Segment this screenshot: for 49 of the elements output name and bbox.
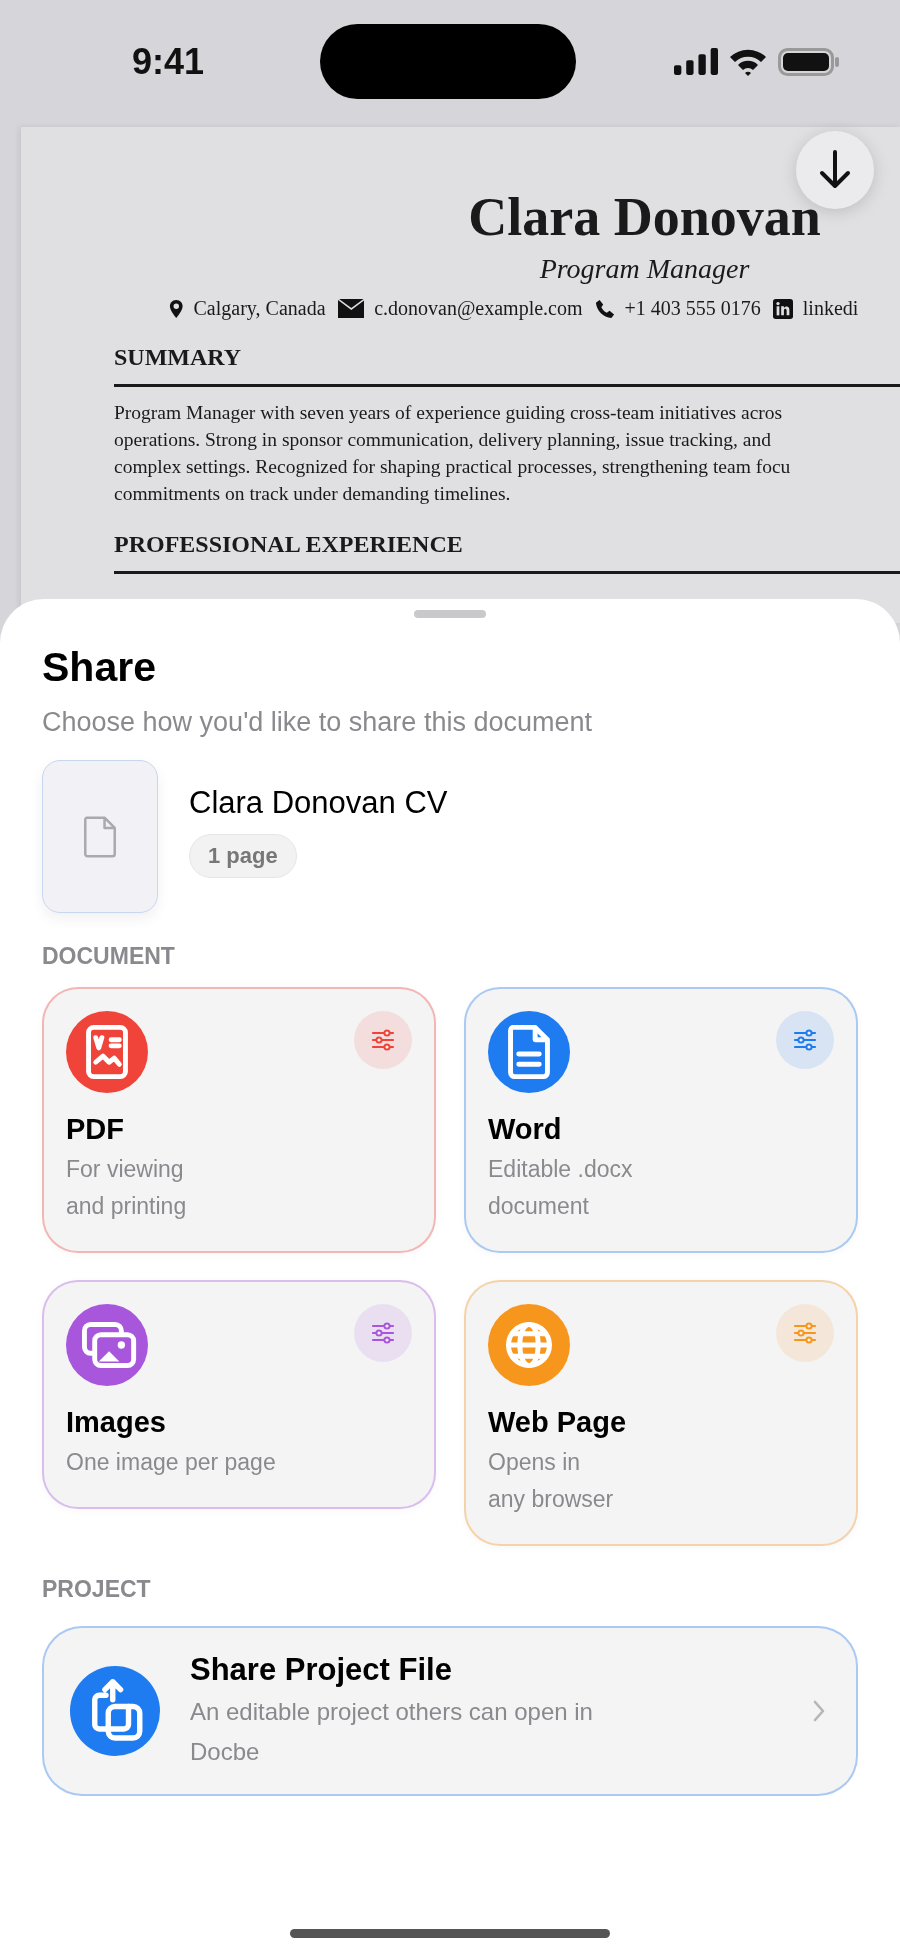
format-card[interactable]: Word Editable .docx document (464, 987, 858, 1253)
format-description: One image per page (66, 1448, 277, 1477)
social-icon (772, 298, 793, 319)
battery-icon (778, 47, 840, 76)
format-card[interactable]: Web Page Opens in any browser (464, 1280, 858, 1546)
document-icon (66, 1011, 148, 1093)
globe-icon (488, 1304, 570, 1386)
file-name: Clara Donovan CV (189, 784, 448, 822)
format-card[interactable]: PDF For viewing and printing (42, 987, 436, 1253)
sheet-handle[interactable] (414, 610, 486, 618)
section-heading: PROFESSIONAL EXPERIENCE (114, 530, 464, 559)
settings-button[interactable] (354, 1304, 412, 1362)
option-description: An editable project others can open in Docbe (190, 1697, 594, 1767)
format-description: Editable .docx document (488, 1155, 634, 1221)
contact-text: +1 403 555 0176 (624, 297, 761, 320)
project-option[interactable]: Share Project File An editable project others can open in Docbe (42, 1626, 858, 1796)
file-icon (83, 814, 117, 859)
envelope-icon (337, 298, 365, 319)
format-title: Web Page (488, 1405, 628, 1440)
format-description: Opens in any browser (488, 1448, 615, 1514)
contact-text: c.donovan@example.com (374, 297, 583, 320)
section-label: PROJECT (42, 1575, 152, 1604)
document-icon (488, 1011, 570, 1093)
share-icon (70, 1666, 160, 1756)
resume-name: Clara Donovan (468, 187, 821, 247)
signal-icon (674, 48, 718, 75)
page-count-badge: 1 page (189, 834, 297, 878)
sheet-title: Share (42, 643, 157, 692)
clock-time: 9:41 (132, 40, 206, 83)
settings-button[interactable] (354, 1011, 412, 1069)
chevron-icon (812, 1699, 826, 1723)
pin-icon (169, 298, 184, 319)
format-title: PDF (66, 1112, 125, 1147)
format-title: Images (66, 1405, 167, 1440)
photos-icon (66, 1304, 148, 1386)
sheet-subtitle: Choose how you'd like to share this document (42, 706, 593, 739)
phone-icon (594, 298, 615, 319)
format-description: For viewing and printing (66, 1155, 188, 1221)
settings-button[interactable] (776, 1011, 834, 1069)
option-title: Share Project File (190, 1651, 453, 1689)
resume-role: Program Manager (539, 252, 750, 286)
summary-paragraph: Program Manager with seven years of experience guiding cross-team initiatives acros operations. Strong in sponsor communication, delivery planning, issue tracking, and complex settings. Recognized for shaping practical processes, strengthening team focu commitments on track under demanding timelines. (114, 401, 792, 506)
format-card[interactable]: Images One image per page (42, 1280, 436, 1509)
contact-text: linkedi (802, 297, 859, 320)
settings-button[interactable] (776, 1304, 834, 1362)
section-heading: SUMMARY (114, 343, 243, 372)
format-title: Word (488, 1112, 563, 1147)
contact-text: Calgary, Canada (193, 297, 326, 320)
section-label: DOCUMENT (42, 942, 176, 971)
